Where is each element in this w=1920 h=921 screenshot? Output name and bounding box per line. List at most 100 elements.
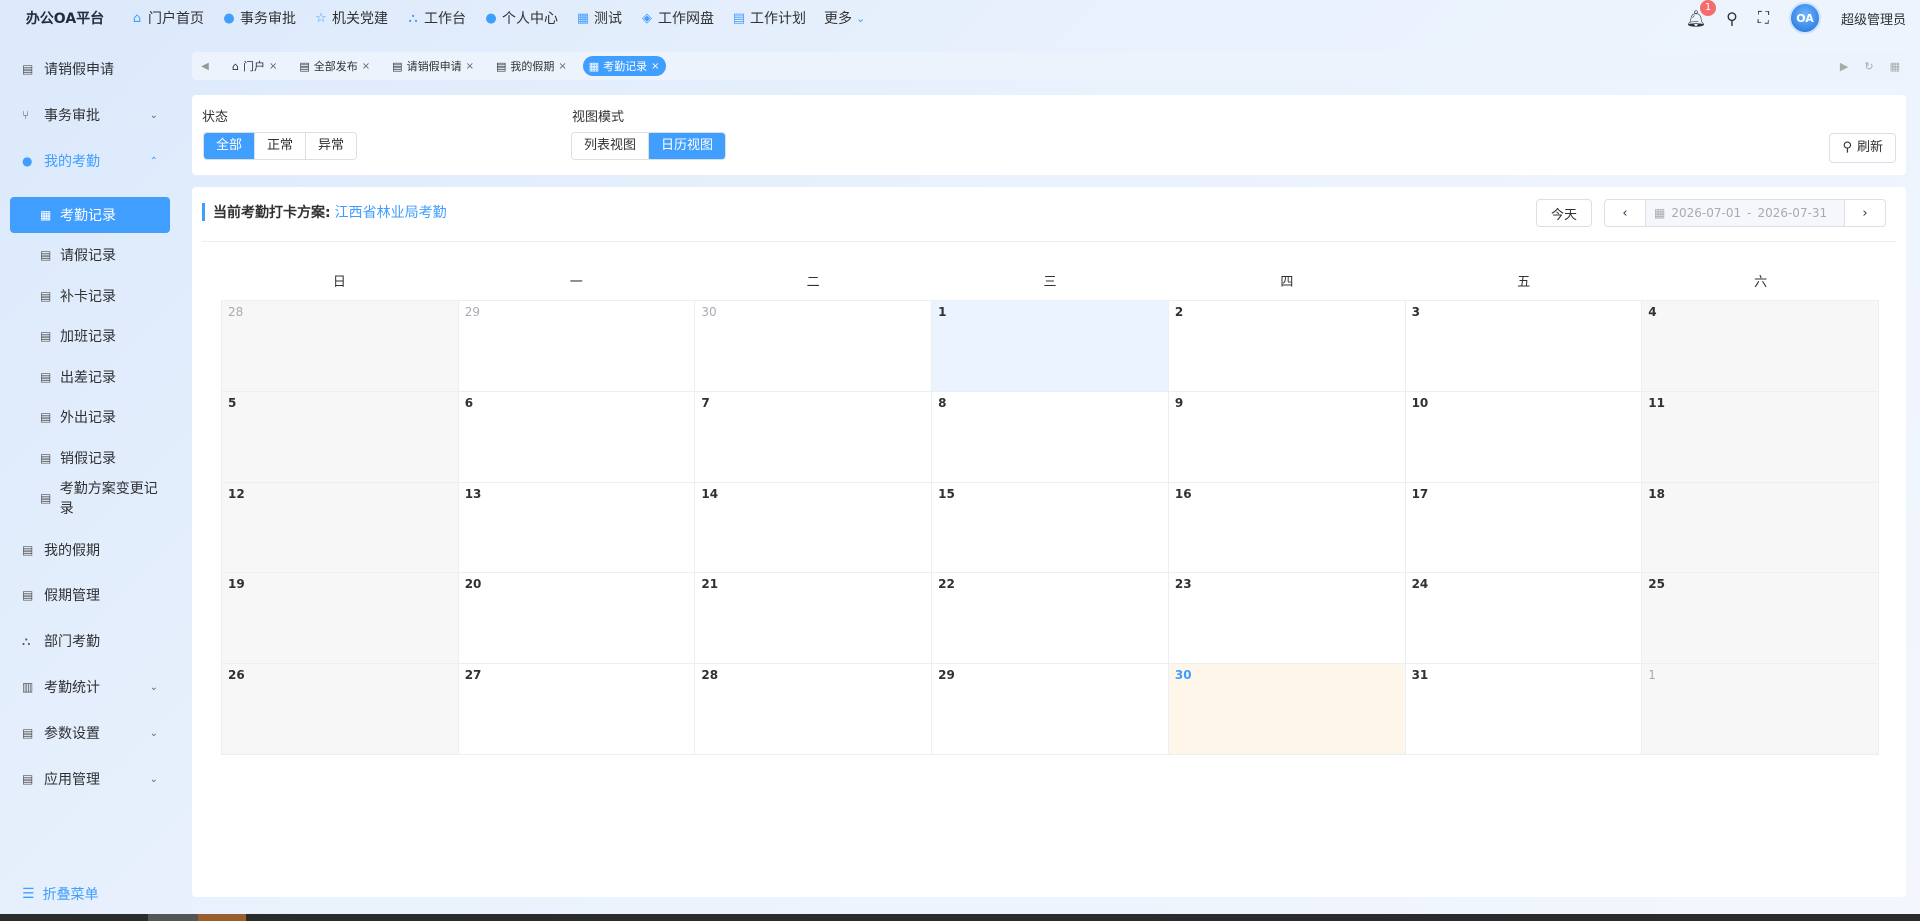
sidebar-item-leave-apply[interactable]: ▤ 请销假申请 xyxy=(10,52,170,86)
calendar-day[interactable]: 28 xyxy=(222,301,459,392)
calendar-day[interactable]: 25 xyxy=(1642,573,1879,665)
sidebar-item-my-attendance[interactable]: ● 我的考勤 ⌃ xyxy=(10,144,170,178)
calendar-day[interactable]: 4 xyxy=(1642,301,1879,392)
close-icon[interactable]: × xyxy=(558,61,566,72)
sidebar-item-attendance-statistics[interactable]: ▥ 考勤统计 ⌄ xyxy=(10,670,170,704)
calendar-day[interactable]: 9 xyxy=(1168,391,1406,483)
chevron-down-icon: ⌄ xyxy=(149,681,158,693)
status-all-button[interactable]: 全部 xyxy=(204,133,256,159)
close-icon[interactable]: × xyxy=(466,61,474,72)
close-icon[interactable]: × xyxy=(651,61,659,72)
tabs-scroll-right-icon[interactable]: ▶ xyxy=(1840,60,1848,73)
calendar-day[interactable]: 13 xyxy=(458,482,696,574)
sidebar-sub-leave-cancel-records[interactable]: ▤ 销假记录 xyxy=(10,440,170,476)
topnav-portal-home[interactable]: ⌂ 门户首页 xyxy=(130,8,204,28)
tabs-scroll-left-icon[interactable]: ◀ xyxy=(192,61,218,72)
bell-icon[interactable]: 🔔︎ 1 xyxy=(1686,0,1717,28)
topnav-affairs-approval[interactable]: ● 事务审批 xyxy=(222,8,296,28)
topnav-work-disk[interactable]: ◈ 工作网盘 xyxy=(640,8,714,28)
calendar-day[interactable]: 6 xyxy=(458,391,696,483)
calendar-day[interactable]: 20 xyxy=(458,573,696,665)
calendar-day[interactable]: 29 xyxy=(458,301,696,392)
calendar-day[interactable]: 1 xyxy=(1642,664,1879,755)
calendar-day[interactable]: 17 xyxy=(1405,482,1643,574)
topnav-test[interactable]: ▦ 测试 xyxy=(576,8,622,28)
status-normal-button[interactable]: 正常 xyxy=(255,133,307,159)
document-icon: ▤ xyxy=(22,588,34,602)
calendar-day[interactable]: 11 xyxy=(1642,391,1879,483)
database-icon: ◈ xyxy=(642,10,652,26)
calendar-day[interactable]: 19 xyxy=(222,573,459,665)
topnav-more[interactable]: 更多 ⌄ xyxy=(824,8,865,28)
sidebar-sub-attendance-records[interactable]: ▦ 考勤记录 xyxy=(10,197,170,233)
fullscreen-icon[interactable]: ⛶ xyxy=(1758,8,1769,28)
apps-icon[interactable]: ▦ xyxy=(1890,60,1900,73)
reload-icon[interactable]: ↻ xyxy=(1864,60,1873,73)
sidebar-sub-outing-records[interactable]: ▤ 外出记录 xyxy=(10,399,170,435)
sidebar-item-app-management[interactable]: ▤ 应用管理 ⌄ xyxy=(10,762,170,796)
calendar-day[interactable]: 14 xyxy=(695,482,933,574)
calendar-day[interactable]: 23 xyxy=(1168,573,1406,665)
calendar-day[interactable]: 5 xyxy=(222,391,459,483)
avatar[interactable]: OA xyxy=(1788,2,1821,34)
sidebar-sub-business-trip-records[interactable]: ▤ 出差记录 xyxy=(10,359,170,395)
tab-attendance-records[interactable]: ▦ 考勤记录 × xyxy=(582,56,666,76)
refresh-button[interactable]: ⚲ 刷新 xyxy=(1829,133,1896,163)
taskbar-item[interactable] xyxy=(148,914,198,921)
close-icon[interactable]: × xyxy=(362,61,370,72)
next-month-button[interactable]: › xyxy=(1844,199,1886,227)
taskbar-item[interactable] xyxy=(198,914,246,921)
sidebar-sub-overtime-records[interactable]: ▤ 加班记录 xyxy=(10,318,170,354)
calendar-day[interactable]: 29 xyxy=(932,664,1169,755)
calendar-day[interactable]: 8 xyxy=(932,391,1169,483)
calendar-day[interactable]: 28 xyxy=(695,664,933,755)
calendar-day[interactable]: 7 xyxy=(695,391,933,483)
sidebar: ▤ 请销假申请 ⑂ 事务审批 ⌄ ● 我的考勤 ⌃ ▦ 考勤记录 ▤ 请假记录 ▤ 补卡记录 ▤… xyxy=(0,48,180,908)
list-view-button[interactable]: 列表视图 xyxy=(572,133,650,159)
topnav-work-plan[interactable]: ▤ 工作计划 xyxy=(732,8,806,28)
calendar-day[interactable]: 12 xyxy=(222,482,459,574)
calendar-view-button[interactable]: 日历视图 xyxy=(649,133,726,159)
topnav-party-building[interactable]: ☆ 机关党建 xyxy=(314,8,388,28)
tab-leave-apply[interactable]: ▤ 请销假申请 × xyxy=(386,56,480,76)
calendar-day[interactable]: 27 xyxy=(458,664,696,755)
calendar-day[interactable]: 31 xyxy=(1405,664,1643,755)
tab-portal[interactable]: ⌂ 门户 × xyxy=(226,56,283,76)
sidebar-sub-makeup-records[interactable]: ▤ 补卡记录 xyxy=(10,278,170,314)
collapse-menu-button[interactable]: ☰ 折叠菜单 xyxy=(22,884,99,904)
sidebar-sub-leave-records[interactable]: ▤ 请假记录 xyxy=(10,237,170,273)
close-icon[interactable]: × xyxy=(269,61,277,72)
today-button[interactable]: 今天 xyxy=(1536,199,1592,227)
search-icon[interactable]: ⚲ xyxy=(1726,9,1738,28)
sidebar-sub-plan-change-records[interactable]: ▤ 考勤方案变更记录 xyxy=(10,480,170,517)
calendar-day[interactable]: 3 xyxy=(1405,301,1643,392)
calendar-day[interactable]: 30 xyxy=(695,301,933,392)
plan-value[interactable]: 江西省林业局考勤 xyxy=(335,202,447,222)
sidebar-item-affairs-approval[interactable]: ⑂ 事务审批 ⌄ xyxy=(10,98,170,132)
sidebar-item-parameter-settings[interactable]: ▤ 参数设置 ⌄ xyxy=(10,716,170,750)
calendar-day[interactable]: 18 xyxy=(1642,482,1879,574)
info-icon: ● xyxy=(223,10,235,26)
calendar-day[interactable]: 24 xyxy=(1405,573,1643,665)
topnav-workbench[interactable]: ⛬ 工作台 xyxy=(406,8,466,28)
calendar-day[interactable]: 10 xyxy=(1405,391,1643,483)
weekday: 六 xyxy=(1754,275,1768,290)
calendar-day[interactable]: 15 xyxy=(932,482,1169,574)
sidebar-item-vacation-management[interactable]: ▤ 假期管理 xyxy=(10,578,170,612)
sidebar-item-department-attendance[interactable]: ⛬ 部门考勤 xyxy=(10,624,170,658)
tab-all-publish[interactable]: ▤ 全部发布 × xyxy=(293,56,376,76)
sidebar-item-my-vacation[interactable]: ▤ 我的假期 xyxy=(10,533,170,567)
calendar-day-today[interactable]: 30 xyxy=(1168,664,1406,755)
calendar-day[interactable]: 26 xyxy=(222,664,459,755)
calendar-day[interactable]: 2 xyxy=(1168,301,1406,392)
tab-my-vacation[interactable]: ▤ 我的假期 × xyxy=(490,56,573,76)
calendar-day[interactable]: 22 xyxy=(932,573,1169,665)
calendar-day[interactable]: 1 xyxy=(932,301,1169,392)
calendar-day[interactable]: 21 xyxy=(695,573,933,665)
topnav-personal-center[interactable]: ● 个人中心 xyxy=(484,8,558,28)
user-name[interactable]: 超级管理员 xyxy=(1841,9,1906,28)
date-range-picker[interactable]: ▦ 2026-07-01 - 2026-07-31 xyxy=(1646,199,1844,227)
prev-month-button[interactable]: ‹ xyxy=(1604,199,1646,227)
calendar-day[interactable]: 16 xyxy=(1168,482,1406,574)
status-abnormal-button[interactable]: 异常 xyxy=(306,133,357,159)
